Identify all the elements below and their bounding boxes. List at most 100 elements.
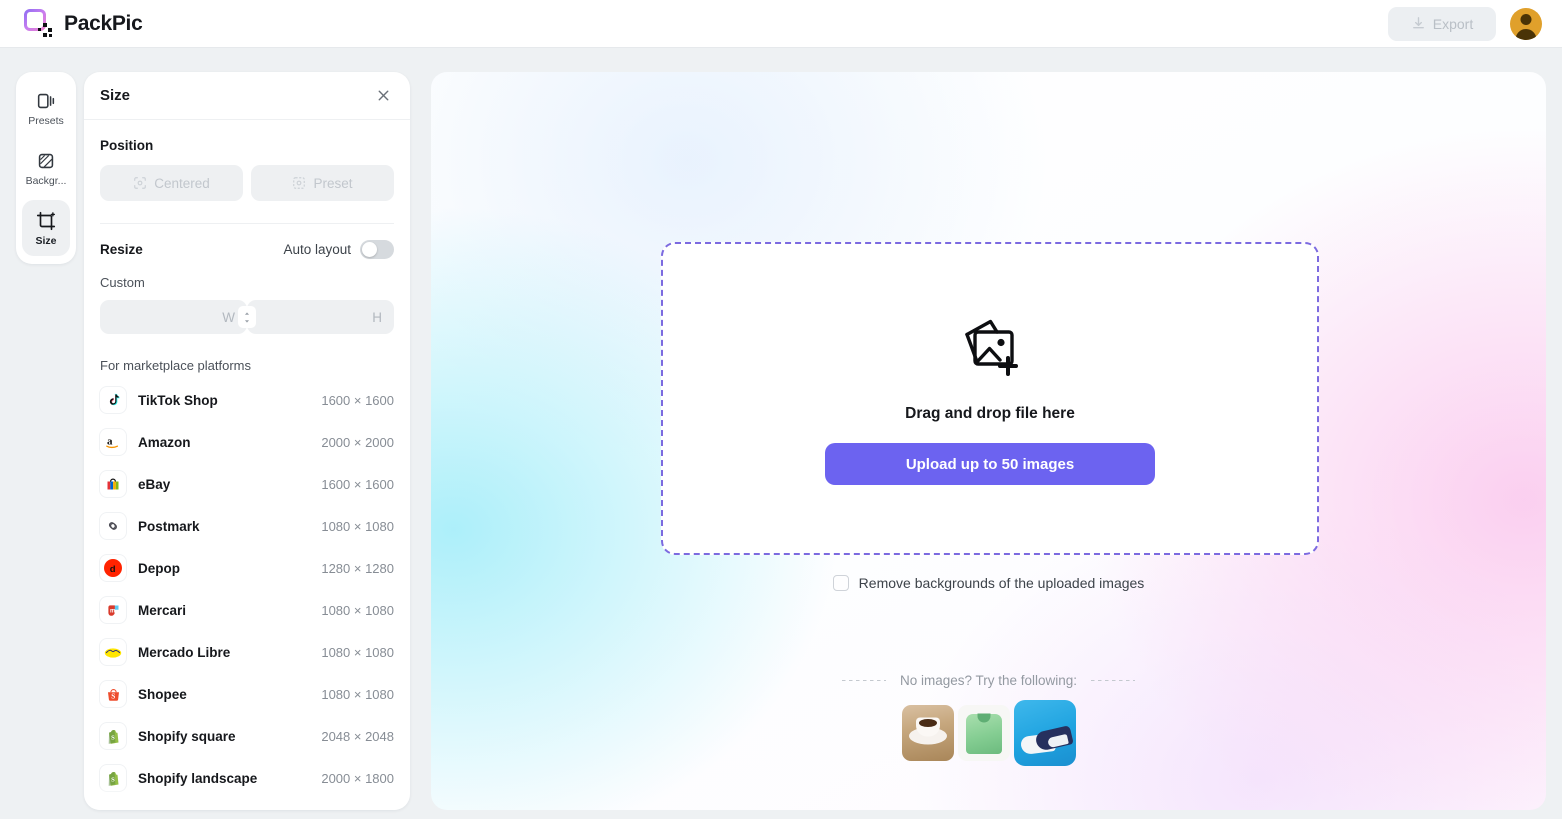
svg-text:d: d [110,564,116,575]
target-centered-icon [134,177,147,189]
list-item[interactable]: Mercado Libre 1080 × 1080 [100,631,394,673]
samples-label: No images? Try the following: [899,673,1078,688]
export-label: Export [1432,15,1474,32]
sample-thumbnails [431,700,1546,766]
marketplace-heading: For marketplace platforms [100,358,251,373]
svg-text:S: S [111,692,115,700]
dotted-rule-left [841,680,886,681]
sidebar-item-size[interactable]: Size [22,200,70,256]
position-centered-label: Centered [154,175,210,191]
list-item[interactable]: a Amazon 2000 × 2000 [100,421,394,463]
resize-row: Resize Auto layout [100,240,394,259]
size-crop-icon [36,211,56,230]
auto-layout-label: Auto layout [283,242,351,257]
list-item[interactable]: TikTok Shop 1600 × 1600 [100,379,394,421]
marketplace-dimensions: 1600 × 1600 [321,392,394,408]
auto-layout-toggle[interactable] [360,240,394,259]
target-preset-icon [293,177,306,189]
postmark-icon [100,513,126,539]
sidebar-item-label: Size [35,235,57,247]
auto-layout-control: Auto layout [283,240,394,259]
shopify-icon: S [100,723,126,749]
marketplace-dimensions: 1280 × 1280 [321,560,394,576]
pixel-grid-icon [38,22,52,37]
position-preset-label: Preset [313,175,353,191]
close-icon[interactable] [372,85,394,107]
top-bar-actions: Export [1388,6,1562,41]
canvas-area: Drag and drop file here Upload up to 50 … [431,72,1546,810]
sample-thumbnail-shirt[interactable] [957,705,1010,761]
download-icon [1412,17,1424,29]
list-item[interactable]: S Shopify square 2048 × 2048 [100,715,394,757]
depop-icon: d [100,555,126,581]
marketplace-name: Shopify landscape [138,770,258,786]
dotted-rule-right [1091,680,1136,681]
upload-button[interactable]: Upload up to 50 images [825,443,1155,485]
app-root: PackPic Export Presets Backgr... Size Si… [0,0,1562,819]
position-centered-button[interactable]: Centered [100,165,243,201]
width-input[interactable]: W [100,300,247,334]
sample-thumbnail-sneakers[interactable] [1013,700,1076,766]
list-item[interactable]: Postmark 1080 × 1080 [100,505,394,547]
sidebar-item-presets[interactable]: Presets [22,80,70,136]
brand-name: PackPic [64,11,143,35]
marketplace-name: eBay [138,476,171,492]
svg-text:a: a [107,436,113,448]
tiktok-icon [100,387,126,413]
remove-background-label: Remove backgrounds of the uploaded image… [858,575,1145,591]
list-item[interactable]: d Depop 1280 × 1280 [100,547,394,589]
panel-title: Size [100,87,131,104]
marketplace-dimensions: 1600 × 1600 [321,476,394,492]
swap-dimensions-button[interactable] [238,306,256,328]
ebay-icon [100,471,126,497]
marketplace-name: Depop [138,560,180,576]
panel-divider [100,223,394,224]
list-item[interactable]: S Shopify landscape 2000 × 1800 [100,757,394,799]
svg-text:m: m [110,608,115,614]
background-icon [38,153,54,168]
sidebar-item-label: Presets [28,115,64,127]
export-button[interactable]: Export [1388,6,1496,41]
position-buttons: Centered Preset [100,165,394,201]
marketplace-name: Shopify square [138,728,236,744]
sample-thumbnail-coffee[interactable] [901,705,954,761]
brand-logo[interactable]: PackPic [0,9,143,39]
marketplace-name: Postmark [138,518,200,534]
panel-header: Size [84,72,410,120]
top-bar: PackPic Export [0,0,1562,48]
marketplace-name: Mercari [138,602,187,618]
panel-body: Position Centered Preset Resize Auto lay… [84,120,410,810]
shopee-icon: S [100,681,126,707]
swap-vertical-icon [244,311,250,323]
list-item[interactable]: m Mercari 1080 × 1080 [100,589,394,631]
presets-icon [37,93,55,108]
marketplace-name: TikTok Shop [138,392,218,408]
avatar[interactable] [1510,7,1542,40]
list-item[interactable]: eBay 1600 × 1600 [100,463,394,505]
marketplace-list: TikTok Shop 1600 × 1600 a Amazon 2000 × … [100,379,394,799]
shopify-icon: S [100,765,126,791]
position-preset-button[interactable]: Preset [251,165,394,201]
dropzone-title: Drag and drop file here [905,405,1075,422]
marketplace-dimensions: 2000 × 1800 [321,770,394,786]
add-images-icon [950,312,1030,389]
svg-text:S: S [111,776,115,783]
marketplace-dimensions: 1080 × 1080 [321,644,394,660]
sidebar-item-background[interactable]: Backgr... [22,140,70,196]
dropzone[interactable]: Drag and drop file here Upload up to 50 … [661,242,1319,555]
marketplace-name: Shopee [138,686,187,702]
size-panel: Size Position Centered Preset Resize Aut… [84,72,410,810]
marketplace-name: Amazon [138,434,191,450]
height-input[interactable]: H [247,300,394,334]
resize-heading: Resize [100,242,143,257]
size-inputs: W H [100,300,394,334]
marketplace-dimensions: 1080 × 1080 [321,518,394,534]
marketplace-dimensions: 2048 × 2048 [321,728,394,744]
custom-label: Custom [100,275,145,290]
marketplace-dimensions: 1080 × 1080 [321,602,394,618]
position-heading: Position [100,138,154,153]
mercari-icon: m [100,597,126,623]
packpic-logo-icon [24,9,54,39]
list-item[interactable]: S Shopee 1080 × 1080 [100,673,394,715]
remove-background-checkbox[interactable] [832,575,849,591]
